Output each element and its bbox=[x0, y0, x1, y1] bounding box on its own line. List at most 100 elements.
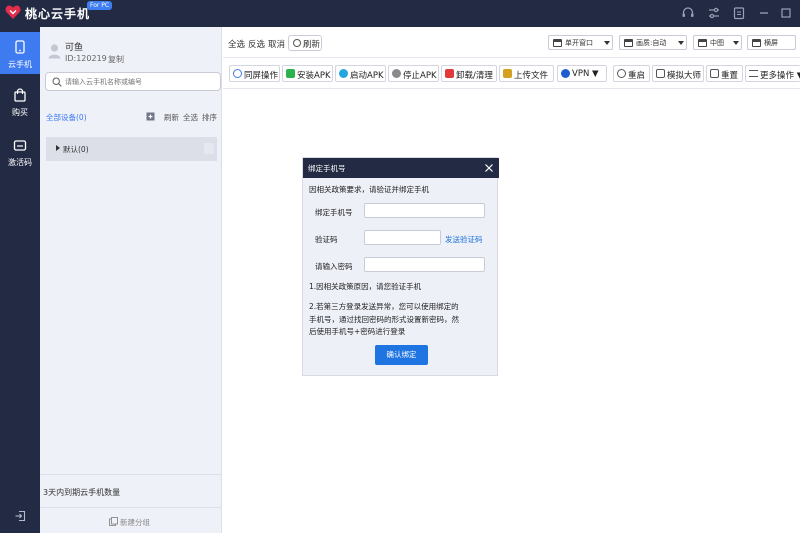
simulation-master-button[interactable]: 模拟大师 bbox=[652, 65, 704, 82]
rail-item-label: 激活码 bbox=[8, 158, 32, 167]
select-all-button[interactable]: 全选 bbox=[228, 38, 245, 50]
user-name: 可鱼 bbox=[65, 43, 84, 53]
upload-file-button[interactable]: 上传文件 bbox=[499, 65, 554, 82]
size-value: 中图 bbox=[710, 39, 724, 47]
quality-dropdown[interactable]: 画质:自动 bbox=[619, 35, 687, 50]
app-title: 桃心云手机 bbox=[25, 7, 91, 21]
select-all-devices-button[interactable]: 全选 bbox=[183, 112, 198, 123]
headset-icon[interactable] bbox=[681, 6, 695, 20]
copy-id-link[interactable]: 复制 bbox=[108, 54, 124, 65]
refresh-button[interactable]: 刷新 bbox=[288, 35, 322, 51]
rail-item-cloud-phone[interactable]: 云手机 bbox=[0, 32, 40, 74]
chevron-down-icon bbox=[733, 41, 739, 45]
confirm-bind-button[interactable]: 确认绑定 bbox=[375, 345, 428, 365]
stop-apk-button[interactable]: 停止APK bbox=[388, 65, 439, 82]
stop-icon bbox=[392, 69, 401, 78]
send-code-link[interactable]: 发送验证码 bbox=[445, 234, 483, 245]
for-pc-badge: For PC bbox=[87, 1, 113, 10]
trash-icon bbox=[445, 69, 454, 78]
title-bar: 桃心云手机 For PC bbox=[0, 0, 800, 27]
size-dropdown[interactable]: 中图 bbox=[693, 35, 742, 50]
menu-lines-icon bbox=[749, 70, 758, 77]
sort-devices-button[interactable]: 排序 bbox=[202, 112, 217, 123]
refresh-devices-button[interactable]: 刷新 bbox=[164, 112, 179, 123]
monitor-icon bbox=[624, 39, 633, 47]
dialog-intro: 因相关政策要求，请验证并绑定手机 bbox=[309, 185, 429, 194]
tool-label: 卸载/清理 bbox=[456, 71, 493, 81]
phone-field[interactable] bbox=[364, 203, 485, 218]
minimize-icon[interactable] bbox=[757, 6, 771, 20]
tool-label: 同屏操作 bbox=[244, 71, 279, 81]
chevron-down-icon bbox=[678, 41, 684, 45]
verification-code-field[interactable] bbox=[364, 230, 441, 245]
tool-label: VPN ▼ bbox=[572, 69, 599, 79]
bind-phone-dialog: 绑定手机号 因相关政策要求，请验证并绑定手机 绑定手机号 验证码 发送验证码 请… bbox=[302, 157, 499, 376]
install-apk-button[interactable]: 安装APK bbox=[282, 65, 333, 82]
reset-button[interactable]: 重置 bbox=[706, 65, 743, 82]
expiring-section: 3天内到期云手机数量 bbox=[40, 474, 221, 507]
dialog-title: 绑定手机号 bbox=[308, 164, 346, 173]
window-mode-dropdown[interactable]: 单开窗口 bbox=[548, 35, 613, 50]
vpn-dropdown[interactable]: VPN ▼ bbox=[557, 65, 607, 82]
shopping-bag-icon bbox=[14, 88, 26, 102]
window-mode-value: 单开窗口 bbox=[565, 39, 593, 47]
phone-icon bbox=[15, 40, 25, 54]
avatar bbox=[48, 44, 61, 59]
rail-item-label: 云手机 bbox=[8, 60, 32, 69]
rotate-icon bbox=[752, 39, 761, 47]
expiring-label: 3天内到期云手机数量 bbox=[43, 488, 121, 497]
search-input[interactable] bbox=[65, 75, 215, 88]
power-icon bbox=[617, 69, 626, 78]
window-icon bbox=[553, 39, 562, 47]
launch-apk-button[interactable]: 启动APK bbox=[335, 65, 386, 82]
reboot-button[interactable]: 重启 bbox=[613, 65, 650, 82]
toolbar-divider bbox=[223, 88, 800, 89]
password-field[interactable] bbox=[364, 257, 485, 272]
tool-label: 上传文件 bbox=[514, 71, 549, 81]
group-checkbox[interactable] bbox=[204, 143, 214, 154]
orientation-value: 横屏 bbox=[764, 39, 778, 47]
activation-code-icon bbox=[13, 140, 27, 151]
refresh-label: 刷新 bbox=[303, 40, 321, 50]
new-group-button[interactable]: 新建分组 bbox=[40, 507, 221, 533]
close-icon[interactable] bbox=[484, 163, 494, 173]
new-group-label: 新建分组 bbox=[120, 518, 150, 527]
maximize-icon[interactable] bbox=[779, 6, 793, 20]
all-devices-label[interactable]: 全部设备(0) bbox=[46, 112, 87, 123]
tool-label: 重启 bbox=[628, 71, 646, 81]
exit-icon[interactable] bbox=[14, 510, 26, 522]
tool-label: 模拟大师 bbox=[667, 71, 702, 81]
expand-arrow-icon[interactable] bbox=[56, 145, 60, 151]
third-party-note-line3: 后使用手机号+密码进行登录 bbox=[309, 327, 406, 336]
uninstall-clean-button[interactable]: 卸载/清理 bbox=[441, 65, 497, 82]
toolbar-divider bbox=[223, 57, 800, 58]
new-group-icon bbox=[109, 517, 118, 526]
more-actions-dropdown[interactable]: 更多操作 ▼ bbox=[745, 65, 800, 82]
clipboard-icon[interactable] bbox=[732, 6, 746, 20]
settings-sliders-icon[interactable] bbox=[707, 6, 721, 20]
refresh-icon bbox=[293, 39, 301, 47]
third-party-note-line2: 手机号，通过找回密码的形式设置新密码，然 bbox=[309, 314, 459, 324]
tool-label: 安装APK bbox=[297, 71, 331, 81]
orientation-toggle[interactable]: 横屏 bbox=[747, 35, 796, 50]
cancel-selection-button[interactable]: 取消 bbox=[268, 38, 285, 50]
third-party-note-line1: 2.若第三方登录发送异常，您可以使用绑定的 bbox=[309, 302, 459, 311]
tool-label: 重置 bbox=[721, 71, 739, 81]
code-label: 验证码 bbox=[315, 235, 338, 244]
invert-selection-button[interactable]: 反选 bbox=[248, 38, 265, 50]
simulator-icon bbox=[656, 69, 665, 78]
upload-icon bbox=[503, 69, 512, 78]
add-group-icon[interactable] bbox=[146, 111, 156, 121]
tool-label: 启动APK bbox=[350, 71, 384, 81]
app-logo-icon bbox=[5, 5, 21, 19]
user-id: ID:120219 bbox=[65, 54, 107, 63]
device-group-row[interactable]: 默认(0) bbox=[46, 137, 217, 161]
android-icon bbox=[286, 69, 295, 78]
search-icon bbox=[52, 77, 62, 87]
sync-operation-button[interactable]: 同屏操作 bbox=[229, 65, 280, 82]
rail-item-purchase[interactable]: 购买 bbox=[0, 80, 40, 122]
play-icon bbox=[339, 69, 348, 78]
chevron-down-icon bbox=[604, 41, 610, 45]
tool-label: 更多操作 ▼ bbox=[760, 71, 800, 81]
rail-item-activation-code[interactable]: 激活码 bbox=[0, 130, 40, 172]
